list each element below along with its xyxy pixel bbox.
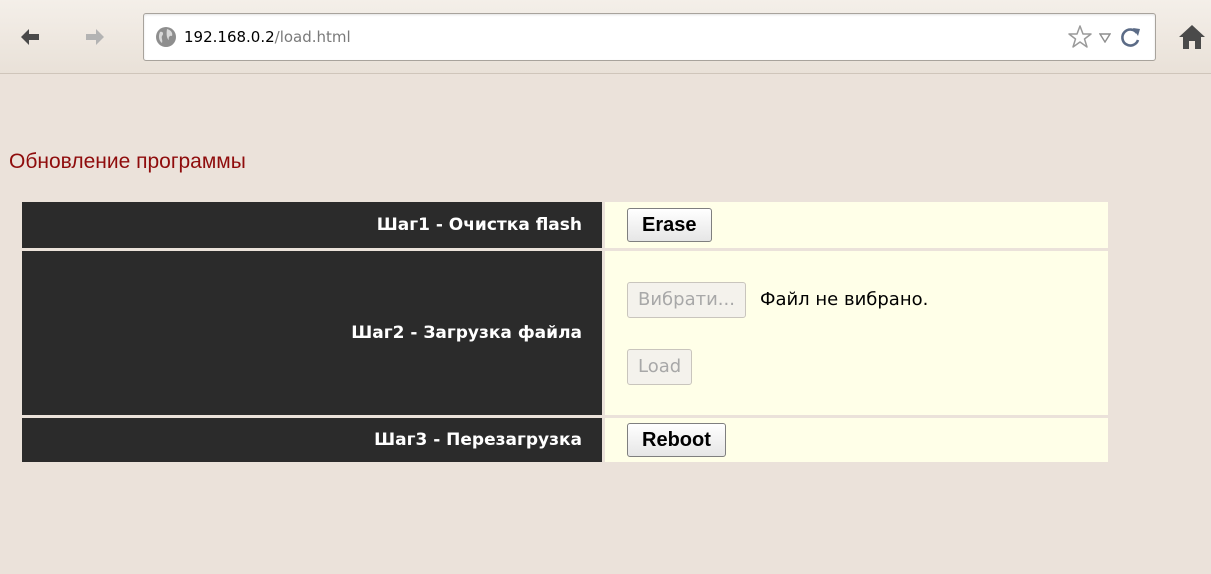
globe-icon — [156, 27, 176, 47]
load-button[interactable]: Load — [627, 348, 693, 385]
step-row-upload: Шаг2 - Загрузка файла Вибрати... Файл не… — [22, 251, 1108, 415]
browser-toolbar: 192.168.0.2/load.html — [0, 0, 1211, 74]
update-steps-table: Шаг1 - Очистка flash Erase Шаг2 - Загруз… — [19, 199, 1111, 465]
step-label: Шаг3 - Перезагрузка — [22, 418, 602, 462]
browse-file-button[interactable]: Вибрати... — [627, 281, 746, 318]
step-label: Шаг1 - Очистка flash — [22, 202, 602, 248]
step-row-reboot: Шаг3 - Перезагрузка Reboot — [22, 418, 1108, 462]
forward-arrow-icon[interactable] — [80, 22, 110, 52]
step-action-cell: Reboot — [605, 418, 1108, 462]
url-path: /load.html — [274, 28, 351, 46]
step-action-cell: Вибрати... Файл не вибрано. Load — [605, 251, 1108, 415]
address-bar[interactable]: 192.168.0.2/load.html — [143, 13, 1156, 61]
page-title: Обновление программы — [9, 150, 246, 173]
reload-icon[interactable] — [1119, 25, 1143, 49]
file-status-text: Файл не вибрано. — [759, 289, 929, 310]
dropdown-icon[interactable] — [1099, 33, 1111, 43]
home-icon[interactable] — [1177, 22, 1207, 52]
url-host: 192.168.0.2 — [184, 28, 275, 46]
url-text[interactable]: 192.168.0.2/load.html — [184, 27, 351, 47]
erase-button[interactable]: Erase — [627, 208, 712, 242]
reboot-button[interactable]: Reboot — [627, 423, 726, 457]
back-arrow-icon[interactable] — [15, 22, 45, 52]
step-row-erase: Шаг1 - Очистка flash Erase — [22, 202, 1108, 248]
bookmark-star-icon[interactable] — [1067, 24, 1093, 50]
step-action-cell: Erase — [605, 202, 1108, 248]
step-label: Шаг2 - Загрузка файла — [22, 251, 602, 415]
file-input-row: Вибрати... Файл не вибрано. — [627, 281, 1108, 318]
